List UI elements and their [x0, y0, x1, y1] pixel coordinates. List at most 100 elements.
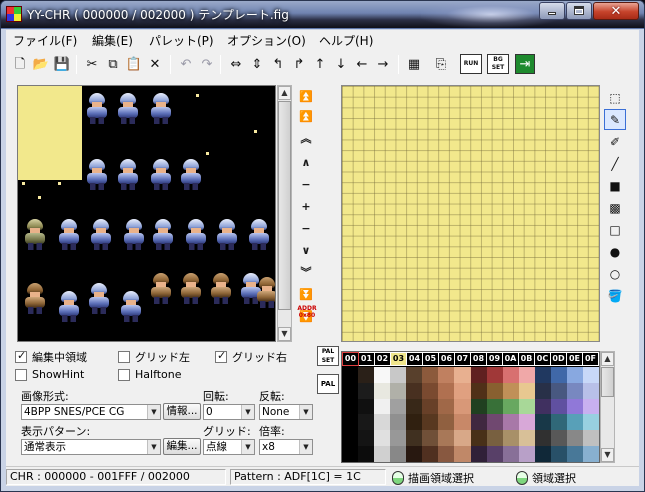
close-button[interactable]: ✕ [593, 2, 639, 20]
palette-swatch[interactable] [406, 382, 423, 399]
edit-pattern-button[interactable]: 編集... [163, 438, 201, 455]
palette-index-0F[interactable]: 0F [583, 353, 598, 365]
show-hint-checkbox[interactable]: ShowHint [15, 368, 84, 381]
palette-swatch[interactable] [358, 382, 375, 399]
redo-icon[interactable]: ↷ [197, 54, 217, 74]
palette-index-06[interactable]: 06 [439, 353, 454, 365]
palette-swatch[interactable] [342, 414, 359, 431]
palette-swatch[interactable] [470, 382, 487, 399]
palette-swatch[interactable] [566, 367, 583, 383]
edit-area-checkbox-box[interactable] [15, 349, 27, 363]
save-icon[interactable]: 💾 [52, 54, 72, 74]
palette-swatch[interactable] [566, 398, 583, 415]
menu-palette[interactable]: パレット(P) [149, 32, 214, 49]
palette-index-0B[interactable]: 0B [519, 353, 534, 365]
palette-index-01[interactable]: 01 [359, 353, 374, 365]
palette-swatch[interactable] [534, 382, 551, 399]
step-minus-button[interactable]: − [296, 219, 316, 239]
palette-swatch[interactable] [422, 430, 439, 447]
palette-swatch[interactable] [358, 367, 375, 383]
palette-swatch[interactable] [550, 430, 567, 447]
palette-swatch[interactable] [406, 430, 423, 447]
palette-index-0C[interactable]: 0C [535, 353, 550, 365]
grid-right-checkbox-box[interactable] [215, 349, 227, 363]
palette-swatch[interactable] [470, 398, 487, 415]
edit-area-checkbox[interactable]: 編集中領域 [15, 349, 87, 365]
step-up-button[interactable]: − [296, 175, 316, 195]
palette-swatch[interactable] [390, 398, 407, 415]
palette-swatch[interactable] [582, 430, 599, 447]
palette-swatch[interactable] [390, 367, 407, 383]
scroll-down-arrow-icon[interactable]: ▼ [278, 327, 291, 341]
circle-tool-icon[interactable]: ○ [604, 263, 626, 284]
palette-swatch[interactable] [518, 382, 535, 399]
run-icon[interactable]: RUN [460, 54, 482, 74]
palette-swatch[interactable] [566, 414, 583, 431]
palette-swatch[interactable] [406, 367, 423, 383]
cut-icon[interactable]: ✂ [82, 54, 102, 74]
scroll-thumb[interactable] [278, 101, 291, 310]
palette-swatch[interactable] [582, 398, 599, 415]
pen-tool-icon[interactable]: ✎ [604, 109, 626, 130]
halftone-checkbox[interactable]: Halftone [118, 368, 182, 381]
grid-left-checkbox[interactable]: グリッド左 [118, 349, 190, 365]
flip-select[interactable]: None ▼ [259, 404, 313, 420]
page-down-fast-button[interactable]: ⏬ [296, 285, 316, 305]
select-tool-icon[interactable]: ⬚ [604, 87, 626, 108]
palette-swatch[interactable] [406, 398, 423, 415]
palette-swatch[interactable] [534, 446, 551, 462]
palette-swatch[interactable] [342, 398, 359, 415]
palette-swatch[interactable] [390, 414, 407, 431]
grid-select[interactable]: 点線 ▼ [203, 439, 255, 455]
export-icon[interactable]: ⎘ [431, 54, 451, 74]
palette-swatch[interactable] [358, 414, 375, 431]
filled-rect-tool-icon[interactable]: ■ [604, 175, 626, 196]
paste-icon[interactable]: 📋 [124, 54, 144, 74]
pal-set-button[interactable]: PAL SET [317, 346, 339, 366]
palette-swatch[interactable] [486, 367, 503, 383]
palette-swatch[interactable] [422, 382, 439, 399]
palette-index-09[interactable]: 09 [487, 353, 502, 365]
palette-swatch[interactable] [390, 430, 407, 447]
palette-index-07[interactable]: 07 [455, 353, 470, 365]
palette-swatch[interactable] [374, 382, 391, 399]
area-select[interactable]: 領域選択 [516, 470, 576, 486]
draw-area-select[interactable]: 描画領域選択 [392, 470, 474, 486]
palette-swatch[interactable] [486, 398, 503, 415]
palette-swatch[interactable] [358, 430, 375, 447]
palette-swatch[interactable] [342, 430, 359, 447]
palette-swatch[interactable] [454, 446, 471, 462]
rect-tool-icon[interactable]: □ [604, 219, 626, 240]
palette-swatch[interactable] [566, 430, 583, 447]
palette-index-0A[interactable]: 0A [503, 353, 518, 365]
palette-swatch[interactable] [582, 414, 599, 431]
pattern-rect-tool-icon[interactable]: ▩ [604, 197, 626, 218]
palette-swatch[interactable] [454, 367, 471, 383]
palette-swatch[interactable] [438, 382, 455, 399]
palette-swatch[interactable] [454, 430, 471, 447]
palette-swatch[interactable] [406, 446, 423, 462]
palette-swatch[interactable] [550, 446, 567, 462]
info-button[interactable]: 情報... [163, 403, 201, 420]
palette-swatch[interactable] [502, 382, 519, 399]
palette-swatch[interactable] [422, 367, 439, 383]
palette-swatch[interactable] [518, 414, 535, 431]
undo-icon[interactable]: ↶ [176, 54, 196, 74]
palette-swatch[interactable] [374, 398, 391, 415]
line-up-button[interactable]: ∧ [296, 153, 316, 173]
palette-index-00[interactable]: 00 [342, 352, 359, 366]
palette-scroll-thumb[interactable] [601, 367, 614, 397]
menu-help[interactable]: ヘルプ(H) [319, 32, 373, 49]
fill-bucket-tool-icon[interactable]: 🪣 [604, 285, 626, 306]
page-down-button[interactable]: ︾ [296, 263, 316, 283]
palette-swatch[interactable] [438, 367, 455, 383]
palette-swatch[interactable] [438, 414, 455, 431]
color-replace-icon[interactable]: ▦ [404, 54, 424, 74]
palette-swatch[interactable] [518, 398, 535, 415]
palette-swatch[interactable] [534, 367, 551, 383]
palette-swatch[interactable] [582, 367, 599, 383]
pixel-edit-canvas[interactable] [341, 85, 600, 342]
palette-swatch[interactable] [374, 446, 391, 462]
scroll-down-arrow-icon[interactable]: ▼ [601, 448, 614, 462]
exit-icon[interactable]: ⇥ [515, 54, 535, 74]
